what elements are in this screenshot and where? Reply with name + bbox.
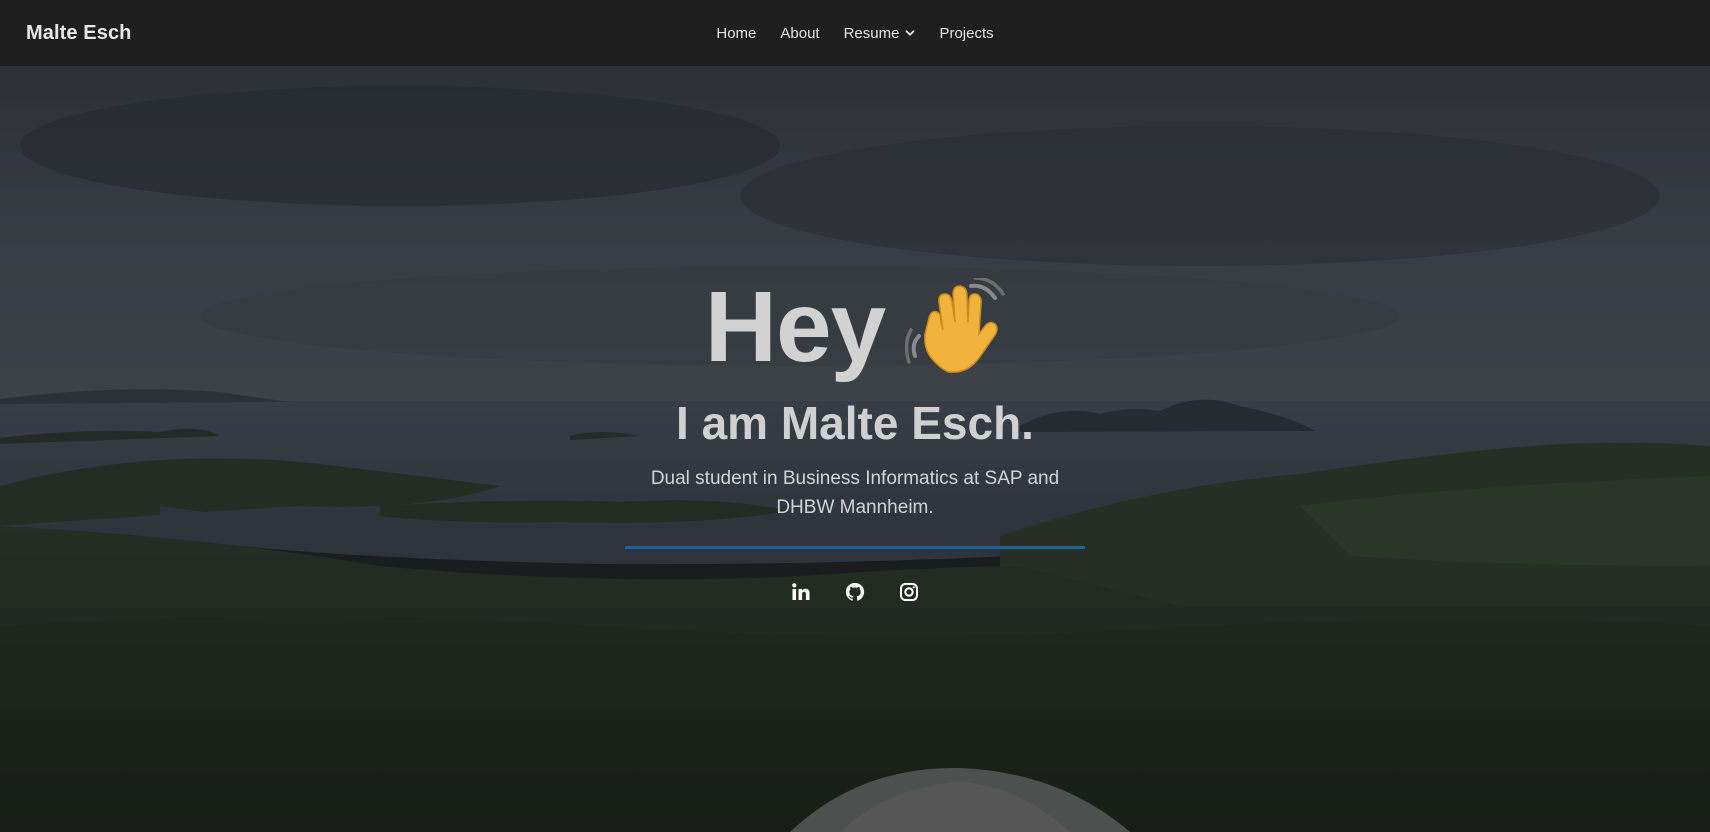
hero-greeting: Hey <box>0 270 1710 385</box>
chevron-down-icon <box>906 30 915 36</box>
hero-description: Dual student in Business Informatics at … <box>650 468 1060 518</box>
greeting-text: Hey <box>704 271 886 383</box>
instagram-link[interactable] <box>899 582 919 602</box>
social-links <box>0 582 1710 602</box>
brand-link[interactable]: Malte Esch <box>26 0 131 66</box>
linkedin-link[interactable] <box>791 582 811 602</box>
github-icon <box>845 582 865 601</box>
nav-link-projects[interactable]: Projects <box>927 0 1005 66</box>
navbar: Malte Esch Home About Resume Projects <box>0 0 1710 66</box>
github-link[interactable] <box>845 582 865 602</box>
instagram-icon <box>900 583 918 601</box>
nav-links: Home About Resume Projects <box>0 0 1710 66</box>
hero-name: I am Malte Esch. <box>676 397 1034 449</box>
nav-link-home[interactable]: Home <box>704 0 768 66</box>
waving-hand-icon <box>905 277 1005 373</box>
hero-section: Hey I am Malte Esch. Dual student in Bus… <box>0 66 1710 832</box>
linkedin-icon <box>792 583 810 600</box>
nav-link-about[interactable]: About <box>768 0 831 66</box>
nav-link-resume[interactable]: Resume <box>832 0 928 66</box>
hero-content: Hey I am Malte Esch. Dual student in Bus… <box>0 66 1710 832</box>
nav-link-resume-label: Resume <box>843 24 900 42</box>
hero-divider <box>625 546 1085 549</box>
